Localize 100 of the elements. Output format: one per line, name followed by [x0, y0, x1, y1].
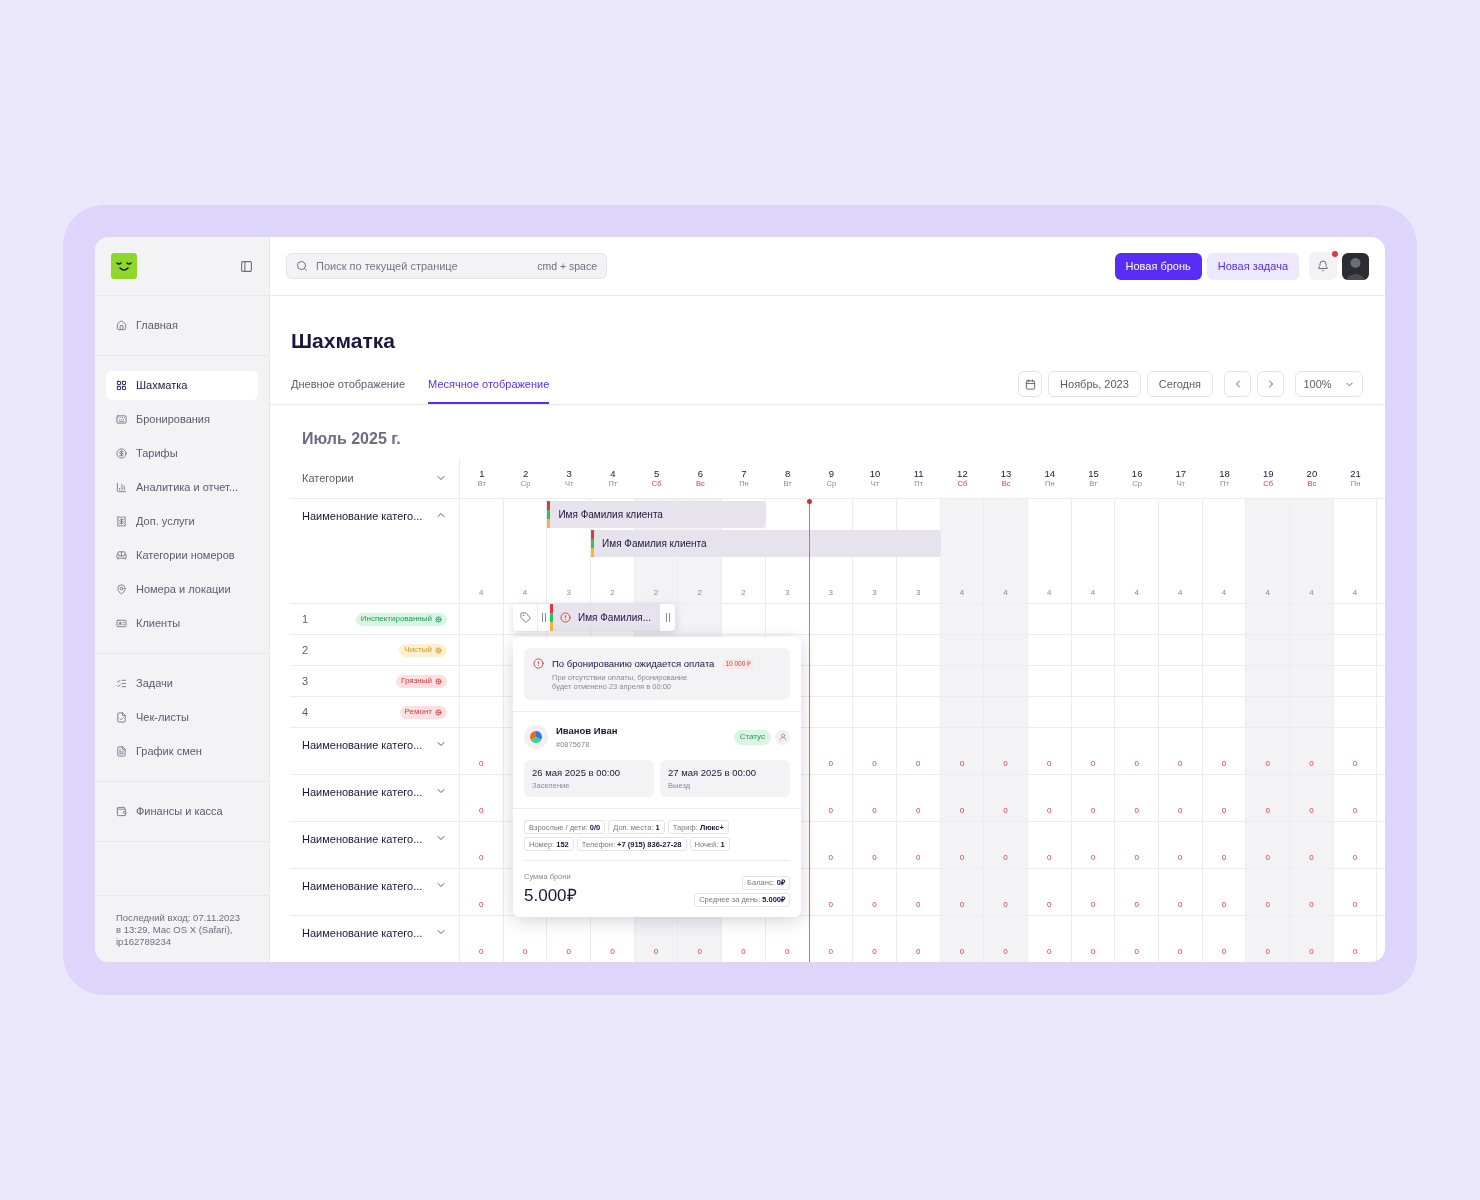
last-login-text: Последний вход: 07.11.2023 в 13:29, Mac OS X (Safari), ip162789234 [116, 912, 241, 948]
day-number: 7 [741, 467, 747, 479]
user-icon [778, 733, 787, 741]
availability-count: 0 [916, 899, 921, 911]
availability-count: 0 [872, 899, 877, 911]
availability-count: 0 [916, 758, 921, 770]
status-badge: Статус [733, 729, 771, 745]
availability-count: 2 [741, 587, 746, 599]
room-number: 3 [302, 673, 309, 689]
previous-button[interactable] [1224, 371, 1251, 397]
new-task-button[interactable]: Новая задача [1206, 252, 1299, 280]
availability-count: 0 [1309, 946, 1314, 958]
availability-count: 0 [959, 899, 965, 911]
availability-count: 0 [1265, 852, 1270, 864]
availability-count: 0 [1003, 758, 1008, 770]
view-tab[interactable]: Месячное отображение [428, 375, 550, 404]
day-number: 10 [869, 467, 881, 479]
nav-icon [116, 678, 127, 689]
nav-item[interactable]: Чек-листы [106, 703, 258, 732]
availability-count: 0 [1265, 946, 1270, 958]
availability-count: 0 [916, 805, 921, 817]
availability-count: 0 [1178, 805, 1183, 817]
availability-count: 0 [1265, 758, 1270, 770]
availability-count: 0 [1265, 805, 1270, 817]
nav-item[interactable]: Аналитика и отчет... [106, 473, 258, 502]
availability-count: 4 [1265, 587, 1270, 599]
shortcut-hint: cmd + space [537, 259, 597, 273]
nav-icon [116, 806, 127, 817]
nav-item[interactable]: Клиенты [106, 609, 258, 638]
availability-count: 3 [566, 587, 571, 599]
booking-bar[interactable]: Имя Фамилия клиента [547, 501, 766, 528]
calendar-button[interactable] [1018, 371, 1043, 397]
availability-count: 0 [1090, 852, 1096, 864]
category-name: Наименование катего... [302, 879, 423, 894]
room-status-badge: Чистый [399, 643, 447, 657]
day-number: 19 [1262, 467, 1274, 479]
nav-item[interactable]: График смен [106, 737, 258, 766]
availability-count: 0 [566, 946, 571, 958]
availability-count: 0 [610, 946, 615, 958]
page-title: Шахматка [291, 328, 396, 353]
today-button[interactable]: Сегодня [1146, 371, 1213, 397]
sidebar-toggle-icon[interactable] [240, 259, 253, 273]
availability-count: 0 [697, 946, 702, 958]
nav-item[interactable]: Категории номеров [106, 541, 258, 570]
new-booking-button[interactable]: Новая бронь [1114, 252, 1202, 280]
availability-count: 0 [1090, 946, 1096, 958]
nav-item[interactable]: Тарифы [106, 439, 258, 468]
booking-bar[interactable]: Имя Фамилия клиента [591, 530, 941, 557]
availability-count: 0 [1134, 946, 1139, 958]
availability-count: 0 [522, 946, 528, 958]
availability-count: 0 [1178, 758, 1183, 770]
availability-count: 0 [1047, 852, 1052, 864]
availability-count: 0 [653, 946, 659, 958]
guest-full-name: Иванов Иван [556, 724, 618, 739]
view-tab[interactable]: Дневное отображение [291, 375, 406, 404]
availability-count: 0 [828, 899, 834, 911]
day-number: 21 [1350, 467, 1361, 479]
nav-icon [116, 618, 127, 629]
availability-count: 0 [479, 758, 484, 770]
availability-count: 0 [784, 946, 790, 958]
guest-profile-button[interactable] [775, 729, 790, 745]
user-avatar[interactable] [1342, 252, 1369, 280]
availability-count: 0 [1047, 805, 1052, 817]
nav-item[interactable]: Номера и локации [106, 575, 258, 604]
availability-count: 4 [1221, 587, 1227, 599]
nav-item[interactable]: Главная [106, 311, 258, 340]
nav-icon [116, 320, 127, 331]
nav-item[interactable]: Шахматка [106, 371, 258, 400]
nav-icon [116, 414, 127, 425]
month-picker[interactable]: Ноябрь, 2023 [1048, 371, 1141, 397]
nav-item[interactable]: Финансы и касса [106, 797, 258, 826]
availability-count: 0 [1003, 852, 1008, 864]
day-number: 20 [1306, 467, 1318, 479]
notifications-button[interactable] [1309, 252, 1337, 280]
nav-icon [116, 584, 127, 595]
alert-title: По бронированию ожидается оплата [552, 657, 715, 671]
availability-count: 4 [1178, 587, 1183, 599]
nav-item[interactable]: Бронирования [106, 405, 258, 434]
availability-count: 2 [653, 587, 659, 599]
availability-count: 4 [1352, 587, 1358, 599]
availability-count: 4 [522, 587, 528, 599]
availability-count: 0 [1309, 899, 1314, 911]
availability-count: 4 [1309, 587, 1314, 599]
nav-item[interactable]: Доп. услуги [106, 507, 258, 536]
availability-count: 0 [1090, 758, 1096, 770]
day-number: 8 [785, 467, 791, 479]
nav-icon [116, 380, 127, 391]
next-button[interactable] [1257, 371, 1284, 397]
availability-count: 4 [959, 587, 965, 599]
day-number: 12 [957, 467, 968, 479]
zoom-select[interactable]: 100% [1295, 371, 1363, 397]
availability-count: 4 [479, 587, 484, 599]
availability-count: 0 [1090, 899, 1096, 911]
availability-count: 0 [1134, 758, 1139, 770]
nav-item[interactable]: Задачи [106, 669, 258, 698]
availability-count: 0 [1003, 899, 1008, 911]
availability-count: 0 [1047, 946, 1052, 958]
day-number: 2 [522, 467, 529, 479]
availability-count: 0 [1134, 852, 1139, 864]
availability-count: 0 [1309, 758, 1314, 770]
